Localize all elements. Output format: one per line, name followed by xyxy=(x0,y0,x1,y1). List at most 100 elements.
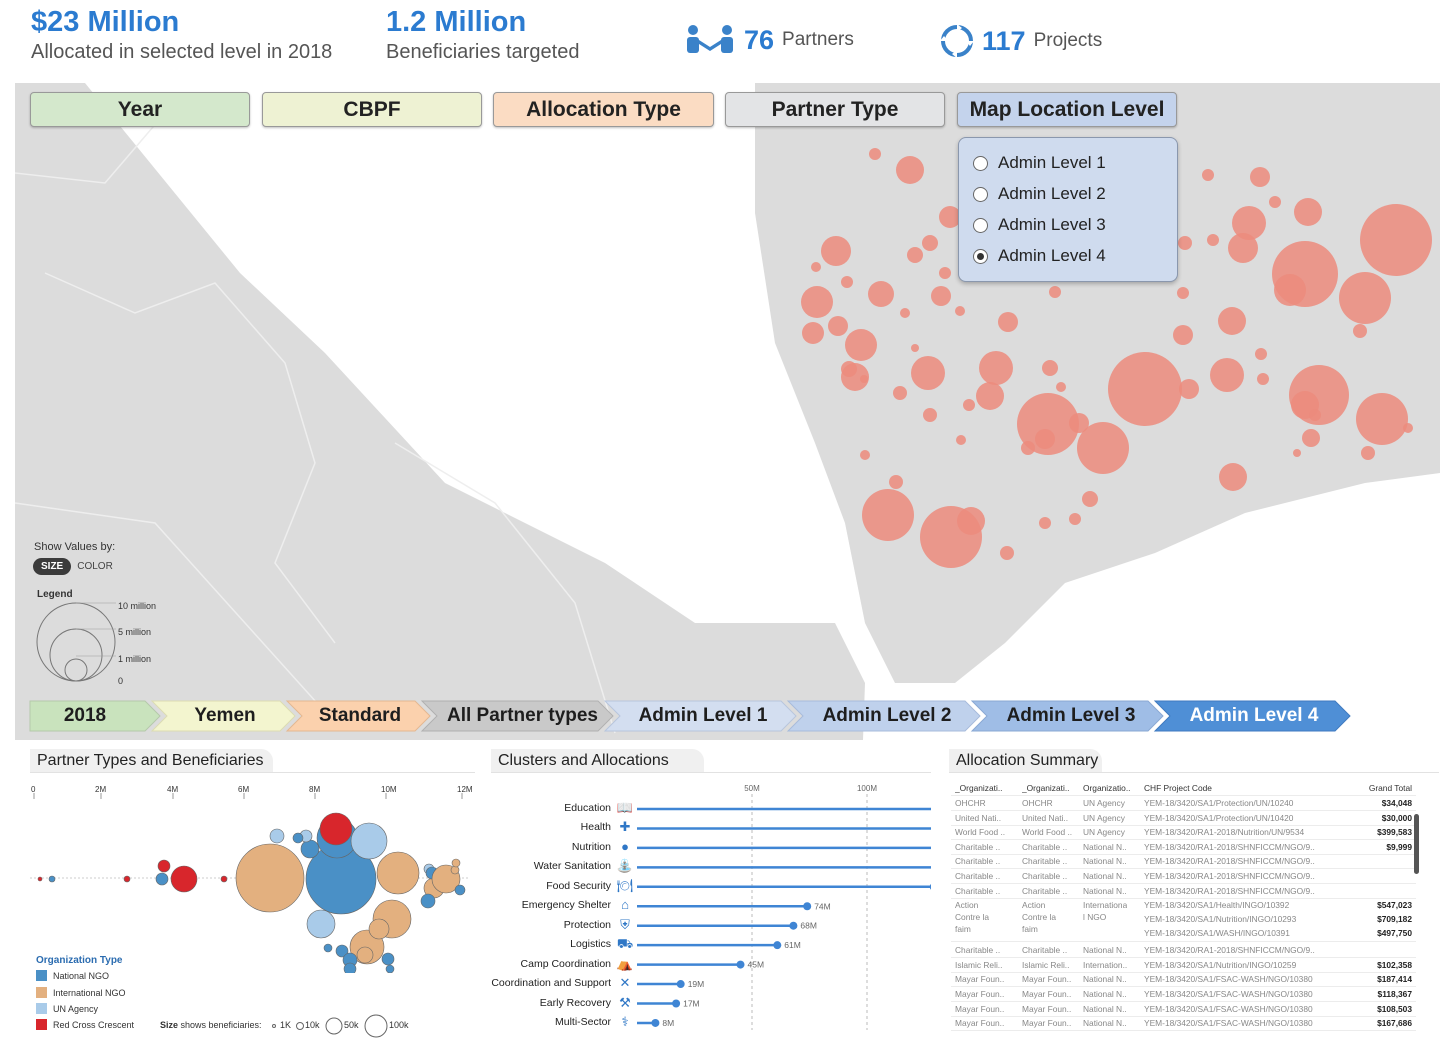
option-admin-level-3[interactable]: Admin Level 3 xyxy=(973,215,1106,235)
map-bubble[interactable] xyxy=(860,375,868,383)
table-row[interactable]: Mayar Foun.. Mayar Foun.. National N.. YEM-… xyxy=(951,972,1416,988)
map-bubble[interactable] xyxy=(1274,274,1306,306)
partner-bubble[interactable] xyxy=(123,875,131,883)
map-bubble[interactable] xyxy=(811,262,821,272)
partner-bubble[interactable] xyxy=(306,909,336,939)
partner-bubble[interactable] xyxy=(37,876,43,882)
map-bubble[interactable] xyxy=(1207,234,1219,246)
radio-button[interactable] xyxy=(973,155,988,171)
map-bubble[interactable] xyxy=(1250,167,1270,187)
breadcrumb-cbpf[interactable]: Yemen xyxy=(165,701,285,731)
cluster-bar-end[interactable] xyxy=(929,883,931,891)
partner-type-filter-button[interactable]: Partner Type xyxy=(725,92,945,127)
map-bubble[interactable] xyxy=(939,267,951,279)
cluster-bar-end[interactable] xyxy=(773,941,782,950)
map-bubble[interactable] xyxy=(1293,449,1301,457)
map-bubble[interactable] xyxy=(922,235,938,251)
breadcrumb-allocation-type[interactable]: Standard xyxy=(300,701,420,731)
table-row[interactable]: Mayar Foun.. Mayar Foun.. National N.. YEM-… xyxy=(951,1002,1416,1017)
map-bubble[interactable] xyxy=(1294,198,1322,226)
map-bubble[interactable] xyxy=(1269,196,1281,208)
map-bubble[interactable] xyxy=(1339,272,1391,324)
partner-bubble[interactable] xyxy=(376,851,420,895)
cluster-bar-end[interactable] xyxy=(672,999,681,1008)
table-scrollbar[interactable] xyxy=(1414,814,1419,874)
map-bubble[interactable] xyxy=(931,286,951,306)
map-bubble[interactable] xyxy=(1056,382,1066,392)
map-bubble[interactable] xyxy=(1218,307,1246,335)
map-bubble[interactable] xyxy=(979,351,1013,385)
map-bubble[interactable] xyxy=(1039,517,1051,529)
map-bubble[interactable] xyxy=(1360,204,1432,276)
breadcrumb-admin-level-4[interactable]: Admin Level 4 xyxy=(1168,701,1340,731)
partner-bubble[interactable] xyxy=(292,832,304,844)
map-bubble[interactable] xyxy=(1042,360,1058,376)
map-bubble[interactable] xyxy=(1069,513,1081,525)
partner-bubble[interactable] xyxy=(235,843,305,913)
table-row[interactable]: Charitable .. Charitable .. National N.. YE… xyxy=(951,884,1416,899)
map-bubble[interactable] xyxy=(1219,463,1247,491)
map-bubble[interactable] xyxy=(801,286,833,318)
allocation-type-filter-button[interactable]: Allocation Type xyxy=(493,92,714,127)
table-row[interactable]: Charitable .. Charitable .. National N.. YE… xyxy=(951,840,1416,855)
map-bubble[interactable] xyxy=(998,312,1018,332)
map-bubble[interactable] xyxy=(868,281,894,307)
map-bubble[interactable] xyxy=(828,316,848,336)
partner-bubble-chart[interactable] xyxy=(30,793,475,973)
table-row[interactable]: Charitable .. Charitable .. National N.. YE… xyxy=(951,943,1416,959)
cluster-bar-end[interactable] xyxy=(676,980,685,989)
map-bubble[interactable] xyxy=(1255,348,1267,360)
map-bubble[interactable] xyxy=(956,435,966,445)
map-bubble[interactable] xyxy=(1108,352,1182,426)
partner-bubble[interactable] xyxy=(319,812,353,846)
map-bubble[interactable] xyxy=(860,450,870,460)
table-row[interactable]: Mayar Foun.. Mayar Foun.. National N.. YEM-… xyxy=(951,987,1416,1002)
partner-bubble[interactable] xyxy=(343,962,357,973)
partner-bubble[interactable] xyxy=(300,839,320,859)
breadcrumb-partner-type[interactable]: All Partner types xyxy=(435,701,610,731)
option-admin-level-1[interactable]: Admin Level 1 xyxy=(973,153,1106,173)
cbpf-filter-button[interactable]: CBPF xyxy=(262,92,482,127)
partner-bubble[interactable] xyxy=(381,952,395,966)
map-bubble[interactable] xyxy=(1082,491,1098,507)
map-bubble[interactable] xyxy=(955,306,965,316)
breadcrumb-admin-level-3[interactable]: Admin Level 3 xyxy=(985,701,1157,731)
size-toggle[interactable]: SIZE xyxy=(33,558,72,575)
partner-bubble[interactable] xyxy=(356,946,374,964)
partner-bubble[interactable] xyxy=(48,875,56,883)
map-bubble[interactable] xyxy=(821,236,851,266)
color-toggle[interactable]: COLOR xyxy=(77,561,113,572)
map-bubble[interactable] xyxy=(920,506,982,568)
partner-bubble[interactable] xyxy=(170,865,198,893)
map-bubble[interactable] xyxy=(1210,358,1244,392)
table-row[interactable]: United Nati.. United Nati.. UN Agency YEM-1… xyxy=(951,811,1416,826)
map-bubble[interactable] xyxy=(1302,429,1320,447)
map-bubble[interactable] xyxy=(1356,393,1408,445)
map-bubble[interactable] xyxy=(1353,324,1367,338)
map-bubble[interactable] xyxy=(1077,422,1129,474)
map-bubble[interactable] xyxy=(900,308,910,318)
table-row-group[interactable]: Action Contre la faim Action Contre la faim In… xyxy=(951,898,1416,943)
map-bubble[interactable] xyxy=(1000,546,1014,560)
map-bubble[interactable] xyxy=(802,322,824,344)
map-bubble[interactable] xyxy=(1309,409,1321,421)
map-bubble[interactable] xyxy=(845,329,877,361)
cluster-bar-end[interactable] xyxy=(803,902,812,911)
partner-bubble[interactable] xyxy=(220,875,228,883)
partner-bubble[interactable] xyxy=(350,822,388,860)
map-bubble[interactable] xyxy=(963,399,975,411)
map-bubbles[interactable] xyxy=(15,83,1440,740)
map-bubble[interactable] xyxy=(1202,169,1214,181)
map-bubble[interactable] xyxy=(889,475,903,489)
partner-bubble[interactable] xyxy=(157,859,171,873)
map-bubble[interactable] xyxy=(1177,287,1189,299)
map-bubble[interactable] xyxy=(1035,429,1055,449)
map-bubble[interactable] xyxy=(1021,441,1035,455)
partner-bubble[interactable] xyxy=(323,943,333,953)
breadcrumb-year[interactable]: 2018 xyxy=(30,701,140,731)
radio-button[interactable] xyxy=(973,217,988,233)
map-bubble[interactable] xyxy=(923,408,937,422)
option-admin-level-2[interactable]: Admin Level 2 xyxy=(973,184,1106,204)
map-bubble[interactable] xyxy=(907,247,923,263)
map-bubble[interactable] xyxy=(841,276,853,288)
